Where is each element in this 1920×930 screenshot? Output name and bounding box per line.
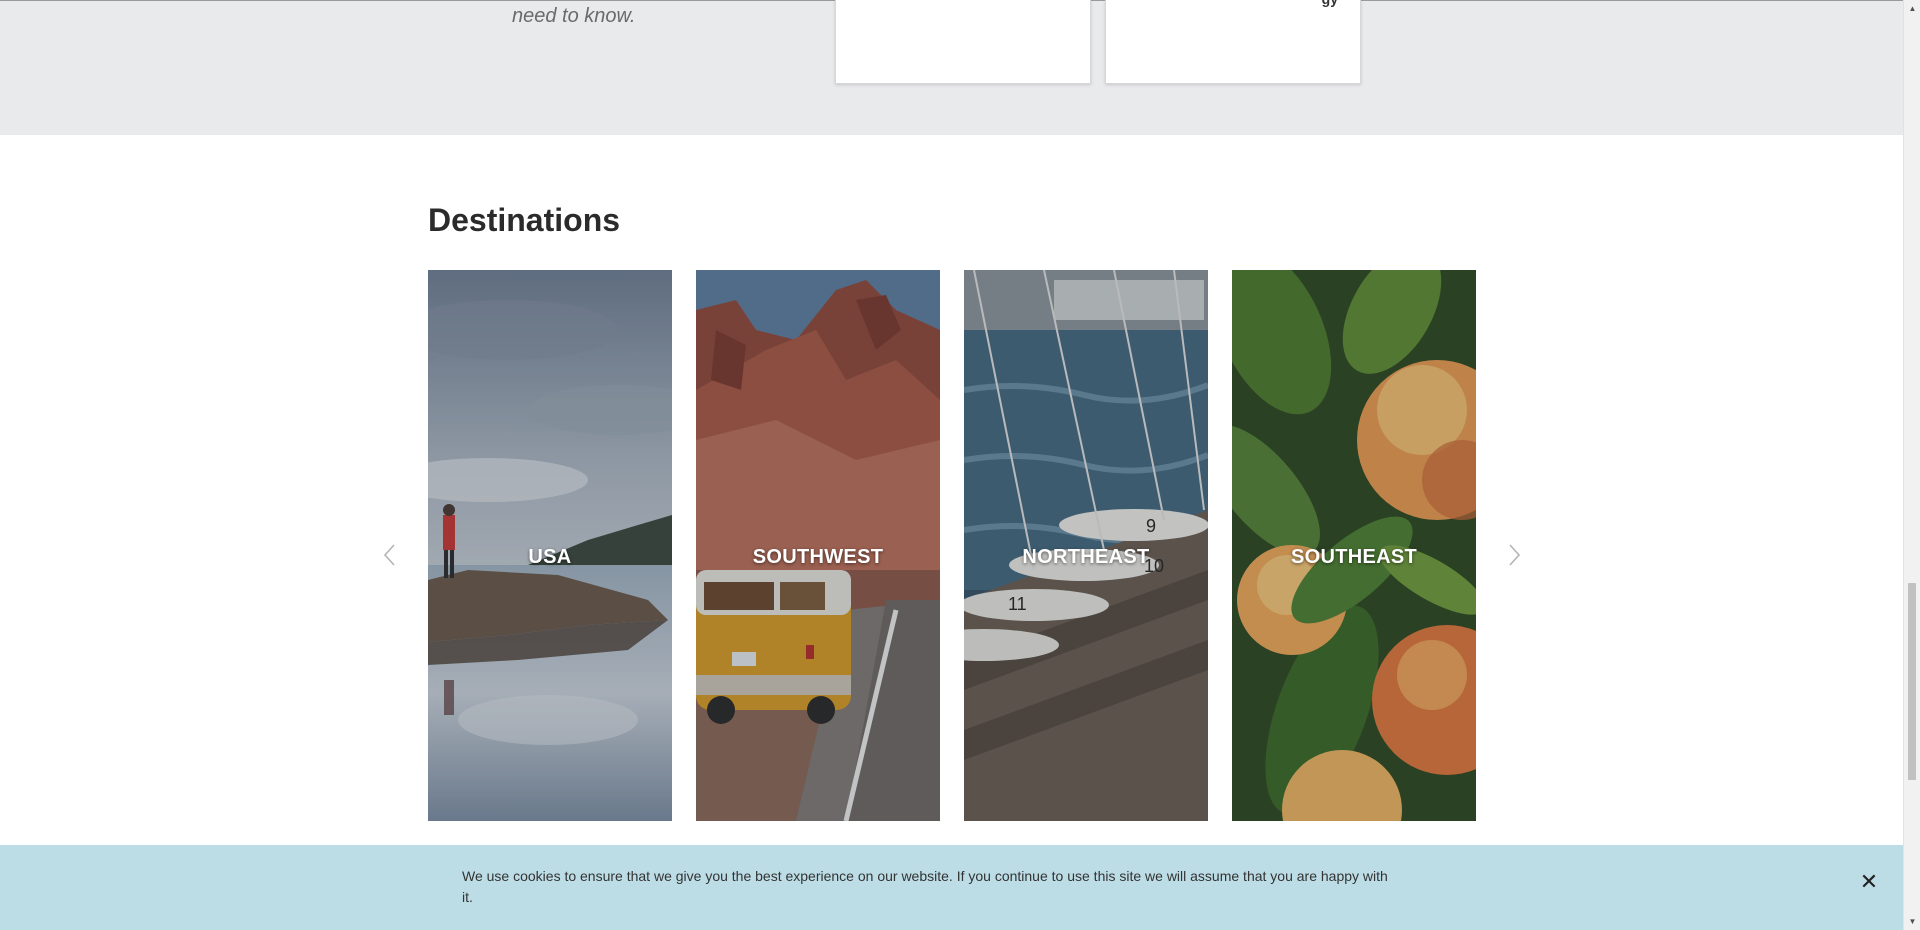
close-icon[interactable]: ✕ (1858, 871, 1880, 893)
destinations-heading: Destinations (428, 202, 621, 238)
intro-band: need to know. gy (0, 0, 1903, 135)
feature-card[interactable] (835, 0, 1091, 84)
carousel-next-button[interactable] (1504, 540, 1524, 570)
destination-tile-northeast[interactable]: 9 10 11 NORTHEAST (964, 270, 1208, 821)
destination-tile-usa[interactable]: USA (428, 270, 672, 821)
carousel-prev-button[interactable] (380, 540, 400, 570)
feature-card[interactable]: gy (1105, 0, 1361, 84)
chevron-left-icon (383, 544, 395, 566)
destination-label: USA (528, 546, 572, 568)
destination-label: SOUTHWEST (752, 546, 884, 568)
page: need to know. gy Destinations (0, 0, 1903, 930)
scroll-down-arrow-icon[interactable]: ▼ (1904, 913, 1920, 930)
intro-tagline: need to know. (512, 5, 636, 27)
destinations-carousel: USA SOUTHWEST 9 10 11 NORTHEAST SOUTHEAS… (428, 270, 1476, 821)
feature-card-title-fragment: gy (1322, 0, 1338, 7)
destination-label: NORTHEAST (1022, 546, 1150, 568)
cookie-message: We use cookies to ensure that we give yo… (462, 868, 1388, 905)
destination-tile-southeast[interactable]: SOUTHEAST (1232, 270, 1476, 821)
chevron-right-icon (1509, 544, 1521, 566)
destination-tile-southwest[interactable]: SOUTHWEST (696, 270, 940, 821)
scrollbar-thumb[interactable] (1908, 583, 1916, 780)
vertical-scrollbar[interactable]: ▲ ▼ (1903, 0, 1920, 930)
destination-label: SOUTHEAST (1290, 546, 1418, 568)
cookie-consent-bar: We use cookies to ensure that we give yo… (0, 845, 1903, 930)
scroll-up-arrow-icon[interactable]: ▲ (1904, 0, 1920, 17)
